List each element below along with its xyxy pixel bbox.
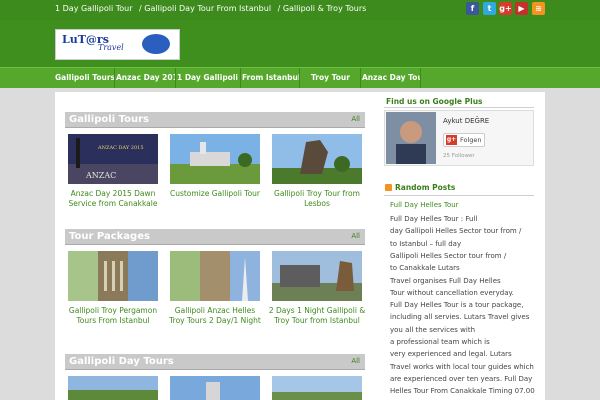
thumb-2-days[interactable] [272, 251, 362, 301]
google-plus-icon: g+ [446, 135, 457, 145]
twitter-icon[interactable]: t [483, 2, 496, 15]
random-post-line: Travel organises Full Day Helles [390, 276, 501, 285]
gplus-follow-button[interactable]: g+ Folgen [443, 133, 485, 147]
nav-item-1-day-gallipoli[interactable]: 1 Day Gallipoli Tour [177, 68, 241, 88]
thumb-day-tour-1[interactable] [68, 376, 158, 400]
random-post-link[interactable]: Full Day Helles Tour [390, 201, 459, 209]
random-post-line: to Canakkale Lutars [390, 264, 460, 273]
section-title: Tour Packages [69, 231, 150, 242]
facebook-icon[interactable]: f [466, 2, 479, 15]
trojan-horse-image [272, 251, 362, 301]
caption-customize[interactable]: Customize Gallipoli Tour [166, 189, 264, 199]
caption-pergamon[interactable]: Gallipoli Troy Pergamon Tours From Istan… [64, 306, 162, 326]
random-post-line: Tour without cancellation everyday. [390, 288, 514, 297]
gplus-name[interactable]: Aykut DEĞRE [443, 117, 489, 125]
avatar-image [386, 112, 436, 164]
avatar[interactable] [386, 112, 436, 164]
random-post-line: very experienced and legal. Lutars [390, 350, 512, 359]
random-post-line: you all the services with [390, 325, 476, 334]
caption-troy-lesbos[interactable]: Gallipoli Troy Tour from Lesbos [268, 189, 366, 209]
section-all-link[interactable]: All [351, 232, 360, 240]
caption-anzac-helles[interactable]: Gallipoli Anzac Helles Troy Tours 2 Day/… [166, 306, 264, 326]
random-post-line: including all servies. Lutars Travel giv… [390, 313, 530, 322]
day-tour-image-2 [170, 376, 260, 400]
day-tour-image-3 [272, 376, 362, 400]
day-tour-image-1 [68, 376, 158, 400]
section-header-gallipoli-day-tours: Gallipoli Day Tours All [65, 354, 365, 370]
random-post-line: to Istanbul – full day [390, 239, 462, 248]
rss-icon [385, 184, 392, 191]
thumb-day-tour-3[interactable] [272, 376, 362, 400]
top-link-1[interactable]: 1 Day Gallipoli Tour [55, 4, 132, 13]
random-post-line: Helles Tour From Canakkale Timing 07.00 [390, 387, 535, 396]
rss-icon[interactable]: ≋ [532, 2, 545, 15]
anzac-word: ANZAC [85, 171, 116, 180]
google-plus-icon[interactable]: g+ [499, 2, 512, 15]
section-header-tour-packages: Tour Packages All [65, 229, 365, 245]
divider [384, 107, 534, 108]
nav-item-anzac-day-tours[interactable]: Anzac Day Tours [362, 68, 421, 88]
youtube-icon[interactable]: ▶ [515, 2, 528, 15]
thumb-pergamon[interactable] [68, 251, 158, 301]
top-bar: 1 Day Gallipoli Tour / Gallipoli Day Tou… [0, 0, 600, 20]
gplus-widget: Aykut DEĞRE g+ Folgen 25 Follower [384, 110, 534, 166]
ruins-collage-image [68, 251, 158, 301]
section-all-link[interactable]: All [351, 115, 360, 123]
divider [384, 195, 534, 196]
thumb-customize[interactable] [170, 134, 260, 184]
logo-globe-icon [142, 34, 170, 54]
nav-item-from-istanbul[interactable]: From Istanbul [242, 68, 300, 88]
section-header-gallipoli-tours: Gallipoli Tours All [65, 112, 365, 128]
thumb-troy-lesbos[interactable] [272, 134, 362, 184]
thumb-anzac-day[interactable]: ANZAC DAY 2015 ANZAC [68, 134, 158, 184]
thumb-anzac-helles[interactable] [170, 251, 260, 301]
nav-item-troy-tour[interactable]: Troy Tour [301, 68, 361, 88]
gplus-followers: 25 Follower [443, 153, 475, 159]
gplus-title: Find us on Google Plus [386, 97, 483, 106]
thumb-day-tour-2[interactable] [170, 376, 260, 400]
anzac-day-label: ANZAC DAY 2015 [97, 145, 144, 151]
random-post-line: Full Day Helles Tour : Full [390, 215, 478, 223]
nav-item-anzac-day-2015[interactable]: Anzac Day 2015 [116, 68, 176, 88]
random-post-line: day Gallipoli Helles Sector tour from / [390, 227, 522, 236]
random-post-line: Full Day Helles Tour is a tour package, [390, 301, 524, 310]
logo-subtext: Travel [98, 43, 124, 52]
section-all-link[interactable]: All [351, 357, 360, 365]
random-posts-title: Random Posts [395, 183, 456, 192]
nav-item-gallipoli-tours[interactable]: Gallipoli Tours [55, 68, 115, 88]
memorial-image [170, 134, 260, 184]
main-nav: Gallipoli Tours Anzac Day 2015 1 Day Gal… [0, 67, 600, 88]
site-logo[interactable]: LuT@rs Travel [55, 29, 180, 60]
anzac-day-image: ANZAC DAY 2015 ANZAC [68, 134, 158, 184]
section-title: Gallipoli Day Tours [69, 356, 174, 367]
caption-anzac-day[interactable]: Anzac Day 2015 Dawn Service from Canakka… [64, 189, 162, 209]
random-post-line: are experienced over ten years. Full Day [390, 374, 533, 383]
helles-collage-image [170, 251, 260, 301]
top-links: 1 Day Gallipoli Tour / Gallipoli Day Tou… [55, 4, 370, 13]
statue-image [272, 134, 362, 184]
top-link-3[interactable]: / Gallipoli & Troy Tours [278, 4, 367, 13]
section-title: Gallipoli Tours [69, 114, 149, 125]
caption-2-days[interactable]: 2 Days 1 Night Gallipoli & Troy Tour fro… [268, 306, 366, 326]
random-post-line: Travel works with local tour guides whic… [390, 362, 534, 371]
gplus-follow-label: Folgen [460, 136, 482, 144]
top-link-2[interactable]: / Gallipoli Day Tour From Istanbul [139, 4, 271, 13]
random-post-line: Gallipoli Helles Sector tour from / [390, 251, 507, 260]
random-post-line: a professional team which is [390, 338, 490, 346]
